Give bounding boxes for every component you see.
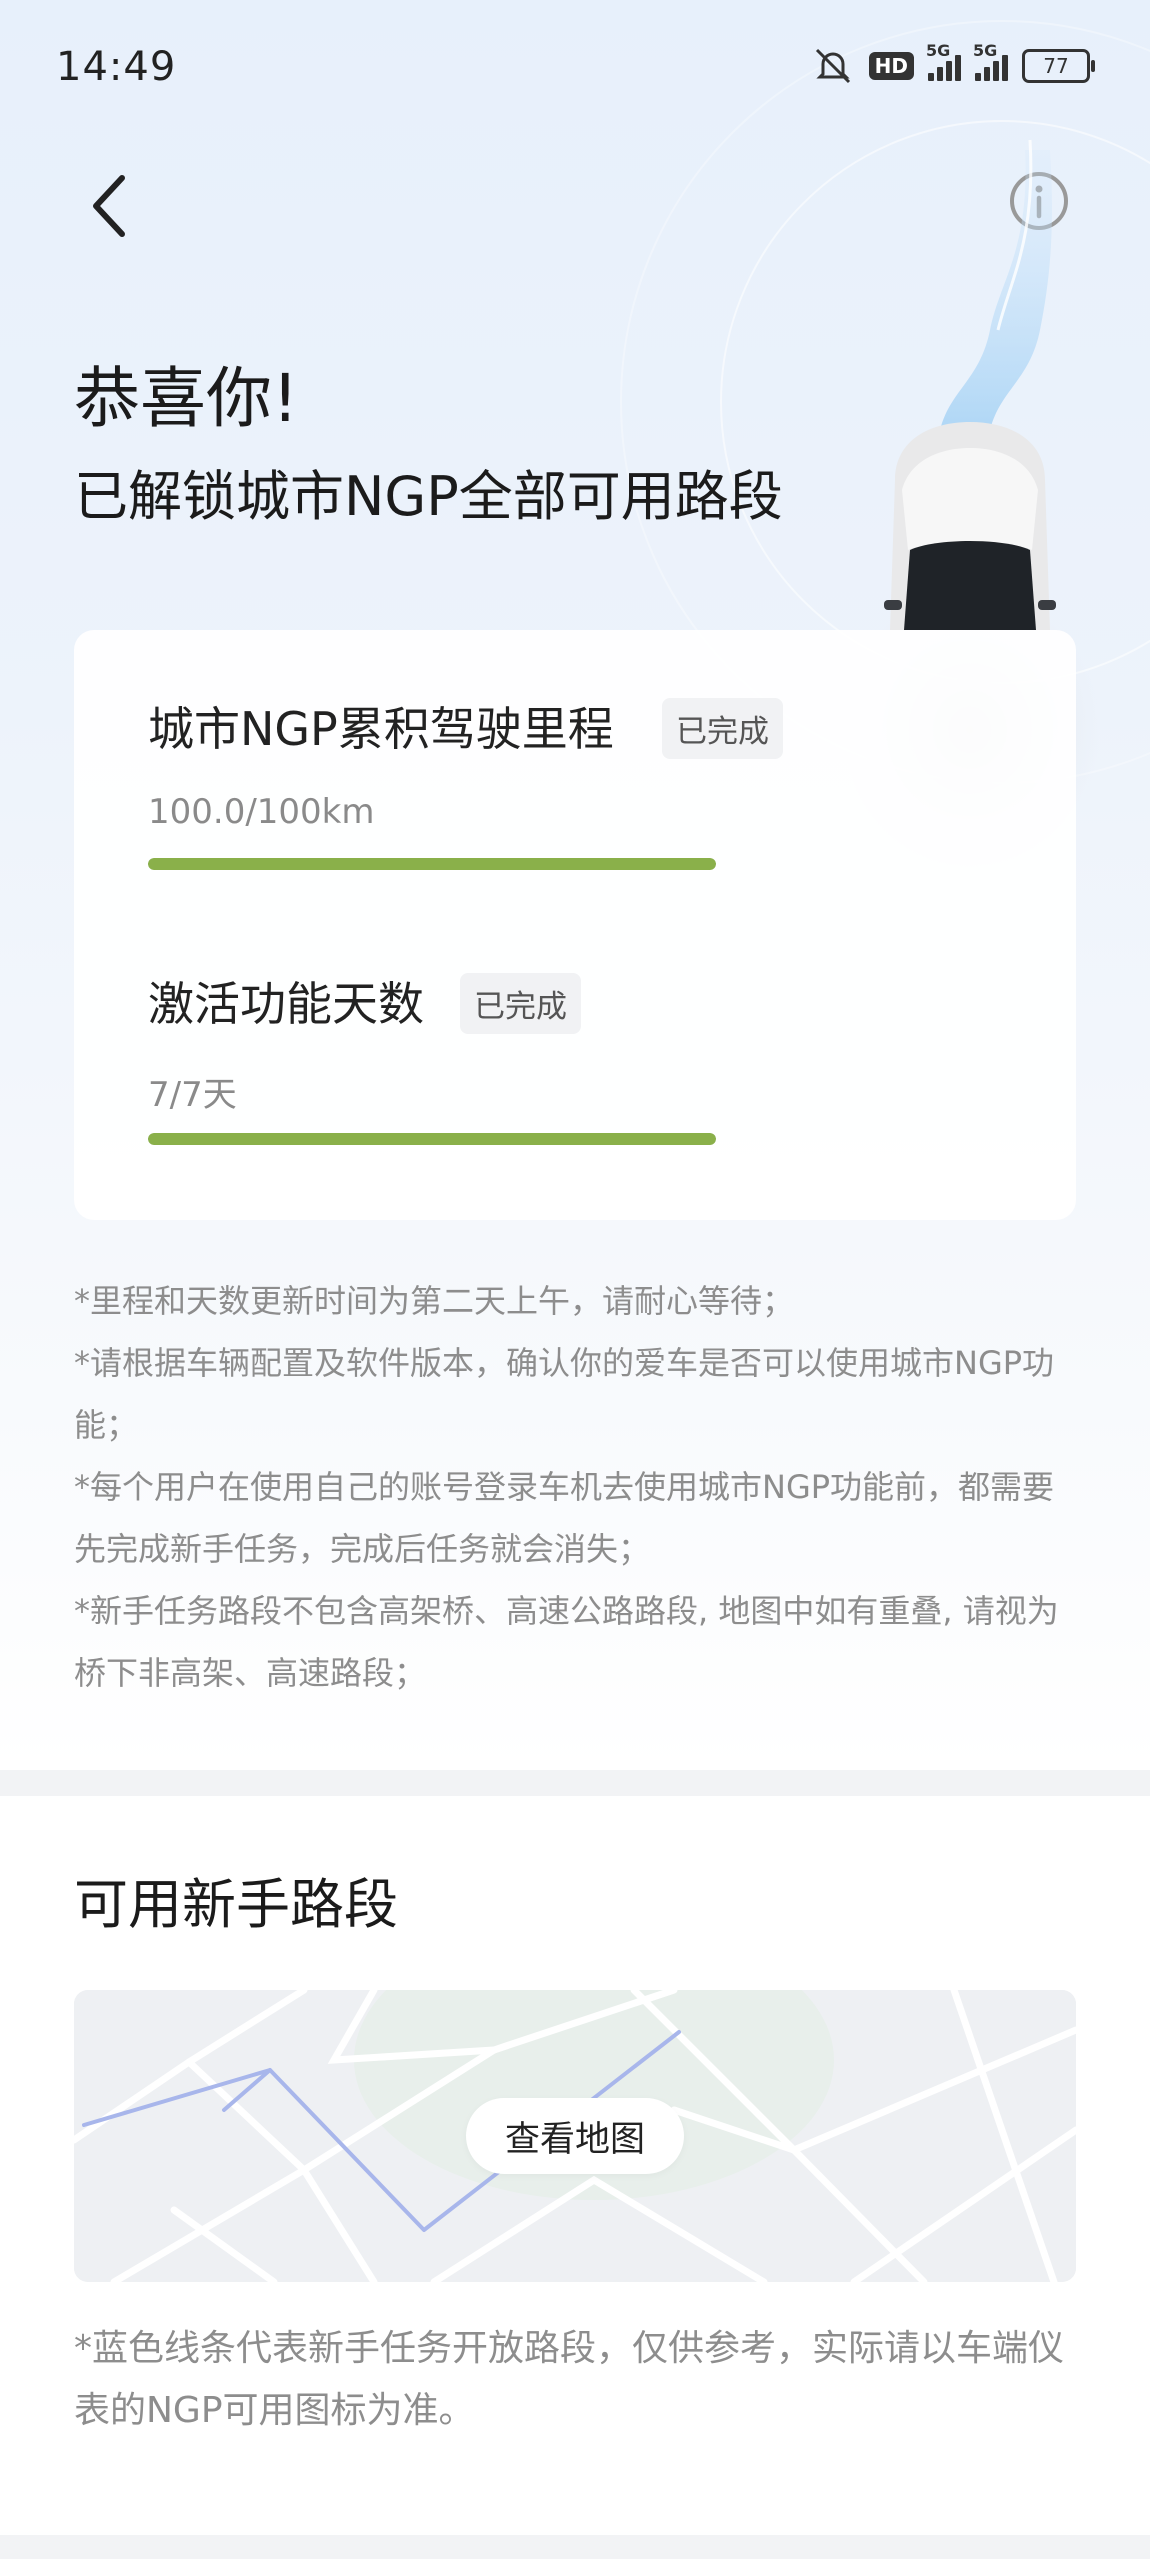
section-title: 可用新手路段 — [74, 1873, 398, 1936]
note-item: *每个用户在使用自己的账号登录车机去使用城市NGP功能前，都需要先完成新手任务，… — [74, 1468, 1055, 1568]
battery-icon: 77 — [1022, 49, 1095, 83]
view-map-button[interactable]: 查看地图 — [466, 2098, 684, 2174]
signal-icon: 5G — [973, 41, 1008, 81]
status-icons: HD 5G 5G 77 — [811, 41, 1095, 86]
bottom-divider — [0, 2535, 1150, 2559]
signal-icon: 5G — [926, 41, 961, 81]
task-value-days: 7/7天 — [148, 1075, 237, 1115]
chevron-left-icon — [93, 175, 125, 237]
note-item: *请根据车辆配置及软件版本，确认你的爱车是否可以使用城市NGP功能； — [74, 1344, 1055, 1444]
task-title-days: 激活功能天数 — [148, 977, 424, 1031]
progress-bar-days — [148, 1133, 716, 1145]
back-button[interactable] — [80, 170, 140, 240]
task-value-mileage: 100.0/100km — [148, 792, 375, 832]
section-divider — [0, 1770, 1150, 1796]
progress-card: 城市NGP累积驾驶里程 已完成 100.0/100km 激活功能天数 已完成 7… — [74, 630, 1076, 1220]
congrats-title: 恭喜你! — [74, 360, 299, 437]
note-item: *里程和天数更新时间为第二天上午，请耐心等待； — [74, 1282, 795, 1320]
status-badge: 已完成 — [460, 973, 581, 1034]
map-footnote: *蓝色线条代表新手任务开放路段，仅供参考，实际请以车端仪表的NGP可用图标为准。 — [74, 2328, 1065, 2431]
progress-bar-fill — [148, 858, 716, 870]
status-time: 14:49 — [56, 44, 177, 90]
status-badge: 已完成 — [662, 698, 783, 759]
progress-bar-mileage — [148, 858, 716, 870]
note-item: *新手任务路段不包含高架桥、高速公路路段, 地图中如有重叠, 请视为桥下非高架、… — [74, 1592, 1059, 1692]
notes-list: *里程和天数更新时间为第二天上午，请耐心等待； *请根据车辆配置及软件版本，确认… — [74, 1270, 1076, 1704]
muted-bell-icon — [815, 48, 850, 84]
task-title-mileage: 城市NGP累积驾驶里程 — [148, 702, 614, 756]
progress-bar-fill — [148, 1133, 716, 1145]
unlock-subtitle: 已解锁城市NGP全部可用路段 — [74, 465, 783, 528]
hd-badge: HD — [868, 52, 914, 80]
